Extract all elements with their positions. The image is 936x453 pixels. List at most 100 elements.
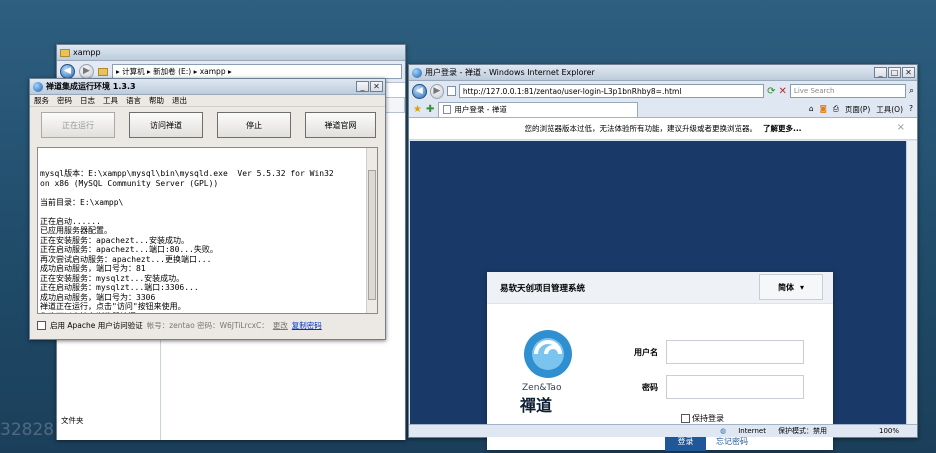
stop-button[interactable]: 停止 [217,112,291,138]
learn-more-link[interactable]: 了解更多... [763,123,802,134]
menu-exit[interactable]: 退出 [172,95,187,106]
folder-icon [60,48,70,57]
live-search-input[interactable]: Live Search [789,84,906,98]
explorer-folder-label[interactable]: 文件夹 [61,415,84,426]
help-icon[interactable]: ? [909,104,913,115]
official-site-button[interactable]: 禅道官网 [305,112,376,138]
url-input[interactable]: http://127.0.0.1:81/zentao/user-login-L3… [458,84,765,98]
zentao-title: 禅道集成运行环境 1.3.3 [46,82,136,91]
log-line: 再次尝试启动服务：apachezt...更换端口... [40,254,212,264]
page-icon [447,86,456,96]
print-icon[interactable]: ⎙ [833,104,839,115]
running-button[interactable]: 正在运行 [41,112,115,138]
change-link[interactable]: 更改 [273,320,288,331]
menu-service[interactable]: 服务 [34,95,49,106]
search-icon[interactable]: ⌕ [909,86,914,96]
refresh-icon[interactable]: ⟳ [767,86,775,97]
minimize-icon[interactable]: _ [874,67,887,78]
folder-icon [98,67,108,76]
log-line: 已应用服务器配置。 [40,226,112,235]
apache-auth-checkbox[interactable] [37,321,46,330]
log-line: 正在启动服务：apachezt...端口:80...失败。 [40,245,218,254]
menu-password[interactable]: 密码 [57,95,72,106]
favorites-star-icon[interactable]: ★ [413,104,422,115]
log-line: 成功启动服务，端口号为：81 [40,264,146,273]
tab-page-icon [443,105,452,114]
caret-down-icon: ▾ [799,282,804,292]
explorer-title: xampp [73,48,101,57]
tab-login[interactable]: 用户登录 - 禅道 [438,101,639,117]
zentao-logo-icon [524,330,572,378]
log-scrollbar-thumb[interactable] [368,170,376,300]
log-lines: mysql版本：E:\xampp\mysql\bin\mysqld.exe Ve… [40,169,363,314]
log-line: mysql版本：E:\xampp\mysql\bin\mysqld.exe Ve… [40,169,334,178]
stop-icon[interactable]: ✕ [779,86,787,97]
tab-label: 用户登录 - 禅道 [454,105,507,114]
login-page: 易软天创项目管理系统 简体 ▾ Zen&Tao 禪道 用户名 密码 保持登录 登… [410,141,907,451]
tools-menu[interactable]: 工具(O) [876,104,903,115]
zentao-titlebar[interactable]: 禅道集成运行环境 1.3.3 _ ✕ [30,79,385,95]
forward-icon[interactable]: ▶ [429,83,445,99]
back-icon[interactable]: ◀ [60,64,75,79]
password-input[interactable] [666,375,804,399]
menu-language[interactable]: 语言 [126,95,141,106]
forgot-password-link[interactable]: 忘记密码 [716,436,748,447]
logo-chinese: 禪道 [520,396,553,415]
protected-mode[interactable]: 保护模式：禁用 [778,426,827,436]
browser-warning-bar: 您的浏览器版本过低，无法体验所有功能，建议升级或者更换浏览器。 了解更多... … [409,118,917,140]
log-line: 正在安装服务：apachezt...安装成功。 [40,235,189,245]
log-line: 你也可以直接在浏览器访问：http://127.0.0.1:81/index.p… [40,312,363,314]
zentao-menubar: 服务 密码 日志 工具 语言 帮助 退出 [30,95,385,107]
menu-tools[interactable]: 工具 [103,95,118,106]
back-icon[interactable]: ◀ [412,83,427,99]
ie-title: 用户登录 - 禅道 - Windows Internet Explorer [425,68,595,77]
ie-navbar: ◀ ▶ http://127.0.0.1:81/zentao/user-logi… [409,81,917,101]
feeds-icon[interactable]: ◙ [820,104,827,115]
internet-zone-icon: ◍ [720,427,727,435]
login-header: 易软天创项目管理系统 简体 ▾ [487,272,833,304]
log-line: 禅道正在运行，点击"访问"按钮来使用。 [40,302,186,311]
add-favorites-icon[interactable]: ✚ [426,104,434,115]
home-icon[interactable]: ⌂ [809,104,814,115]
ie-scrollbar[interactable] [906,141,917,424]
explorer-titlebar[interactable]: xampp [57,45,405,61]
zoom-level[interactable]: 100% [879,427,899,435]
ie-window: 用户登录 - 禅道 - Windows Internet Explorer _ … [408,64,918,451]
keep-login[interactable]: 保持登录 [681,413,724,424]
log-line: 正在启动...... [40,216,101,226]
copy-password-link[interactable]: 复制密码 [292,320,322,331]
system-name: 易软天创项目管理系统 [500,283,586,294]
ie-globe-icon [33,81,43,92]
keep-login-label: 保持登录 [692,414,724,423]
log-scrollbar[interactable] [366,148,377,313]
log-line: 成功启动服务，端口号为：3306 [40,292,156,302]
ie-logo-icon [412,67,422,78]
minimize-icon[interactable]: _ [356,81,369,92]
username-input[interactable] [666,340,804,364]
visit-zentao-button[interactable]: 访问禅道 [129,112,203,138]
close-icon[interactable]: ✕ [370,81,383,92]
keep-login-checkbox[interactable] [681,414,690,423]
language-dropdown[interactable]: 简体 ▾ [759,274,823,300]
language-value: 简体 [777,282,794,292]
log-line: 正在启动服务：mysqlzt...端口:3306... [40,283,199,292]
ie-command-bar: ⌂ ◙ ⎙ 页面(P) 工具(O) ? [809,104,913,115]
maximize-icon[interactable]: □ [888,67,901,78]
zentao-runtime-window: 禅道集成运行环境 1.3.3 _ ✕ 服务 密码 日志 工具 语言 帮助 退出 … [29,78,386,340]
log-line: 当前目录：E:\xampp\ [40,197,124,207]
zentao-footer: 启用 Apache 用户访问验证 帐号：zentao 密码：W6JTiLrcxC… [37,320,322,331]
forward-icon[interactable]: ▶ [79,64,94,79]
log-output[interactable]: mysql版本：E:\xampp\mysql\bin\mysqld.exe Ve… [37,147,378,314]
password-label: 密码 [642,383,658,392]
close-icon[interactable]: ✕ [902,67,915,78]
ie-titlebar[interactable]: 用户登录 - 禅道 - Windows Internet Explorer _ … [409,65,917,81]
close-icon[interactable]: × [897,122,905,133]
explorer-path-input[interactable]: ▸ 计算机 ▸ 新加卷 (E:) ▸ xampp ▸ [112,64,402,79]
page-menu[interactable]: 页面(P) [845,104,870,115]
account-info: 帐号：zentao 密码：W6JTiLrcxC： [146,321,269,330]
menu-log[interactable]: 日志 [80,95,95,106]
username-label: 用户名 [634,348,658,357]
menu-help[interactable]: 帮助 [149,95,164,106]
